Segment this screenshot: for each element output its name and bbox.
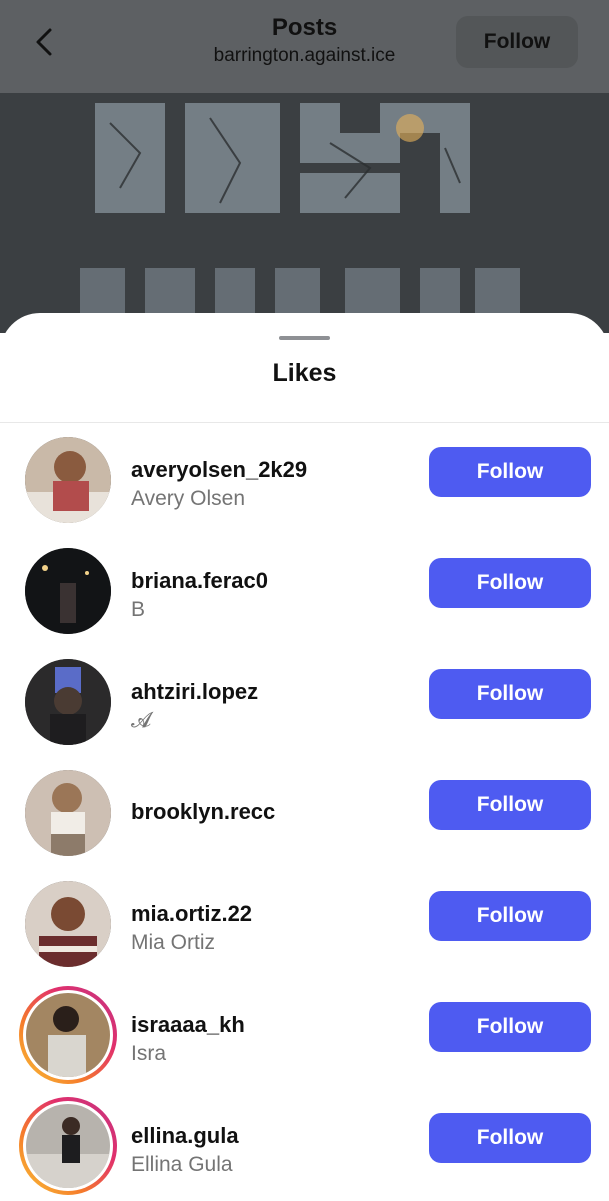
avatar[interactable] [25,881,111,967]
list-item[interactable]: mia.ortiz.22 Mia Ortiz Follow [0,868,609,979]
avatar[interactable] [25,770,111,856]
post-image [0,93,609,333]
follow-button[interactable]: Follow [429,891,591,941]
follow-button[interactable]: Follow [429,669,591,719]
follow-button[interactable]: Follow [429,780,591,830]
username[interactable]: israaaa_kh [131,1012,245,1038]
list-item[interactable]: briana.ferac0 B Follow [0,535,609,646]
sheet-title: Likes [272,359,337,387]
avatar-photo [25,659,111,745]
avatar-ring-gap [23,990,113,1080]
full-name: Avery Olsen [131,487,245,510]
full-name: Ellina Gula [131,1153,233,1176]
follow-button[interactable]: Follow [429,558,591,608]
avatar[interactable] [25,437,111,523]
avatar-ring-gap [23,1101,113,1191]
likes-sheet: Likes averyolsen_2k29 Avery Olsen Follow… [0,313,609,1200]
avatar-photo [26,1104,110,1188]
divider [0,422,609,423]
list-item[interactable]: ellina.gula Ellina Gula Follow [0,1090,609,1201]
top-bar: Posts barrington.against.ice Follow [0,0,609,93]
avatar-photo [25,548,111,634]
follow-button[interactable]: Follow [429,447,591,497]
avatar-story-ring[interactable] [19,986,117,1084]
avatar [26,1104,110,1188]
username[interactable]: averyolsen_2k29 [131,457,307,483]
username[interactable]: ellina.gula [131,1123,239,1149]
username[interactable]: briana.ferac0 [131,568,268,594]
avatar-photo [25,770,111,856]
list-item[interactable]: ahtziri.lopez 𝓐 Follow [0,646,609,757]
avatar-story-ring[interactable] [19,1097,117,1195]
avatar [26,993,110,1077]
full-name: B [131,598,146,621]
list-item[interactable]: israaaa_kh Isra Follow [0,979,609,1090]
avatar-photo [25,437,111,523]
sheet-drag-handle[interactable] [279,336,330,340]
full-name: Mia Ortiz [131,931,215,954]
avatar[interactable] [25,659,111,745]
username[interactable]: ahtziri.lopez [131,679,258,705]
avatar-photo [25,881,111,967]
list-item[interactable]: brooklyn.recc Follow [0,757,609,868]
header-follow-button[interactable]: Follow [456,16,578,68]
follow-button[interactable]: Follow [429,1113,591,1163]
follow-button[interactable]: Follow [429,1002,591,1052]
full-name: 𝓐 [131,709,152,732]
ice-walkout-graphic [0,93,609,333]
list-item[interactable]: averyolsen_2k29 Avery Olsen Follow [0,424,609,535]
avatar[interactable] [25,548,111,634]
full-name: Isra [131,1042,167,1065]
username[interactable]: mia.ortiz.22 [131,901,252,927]
username[interactable]: brooklyn.recc [131,799,275,825]
avatar-photo [26,993,110,1077]
